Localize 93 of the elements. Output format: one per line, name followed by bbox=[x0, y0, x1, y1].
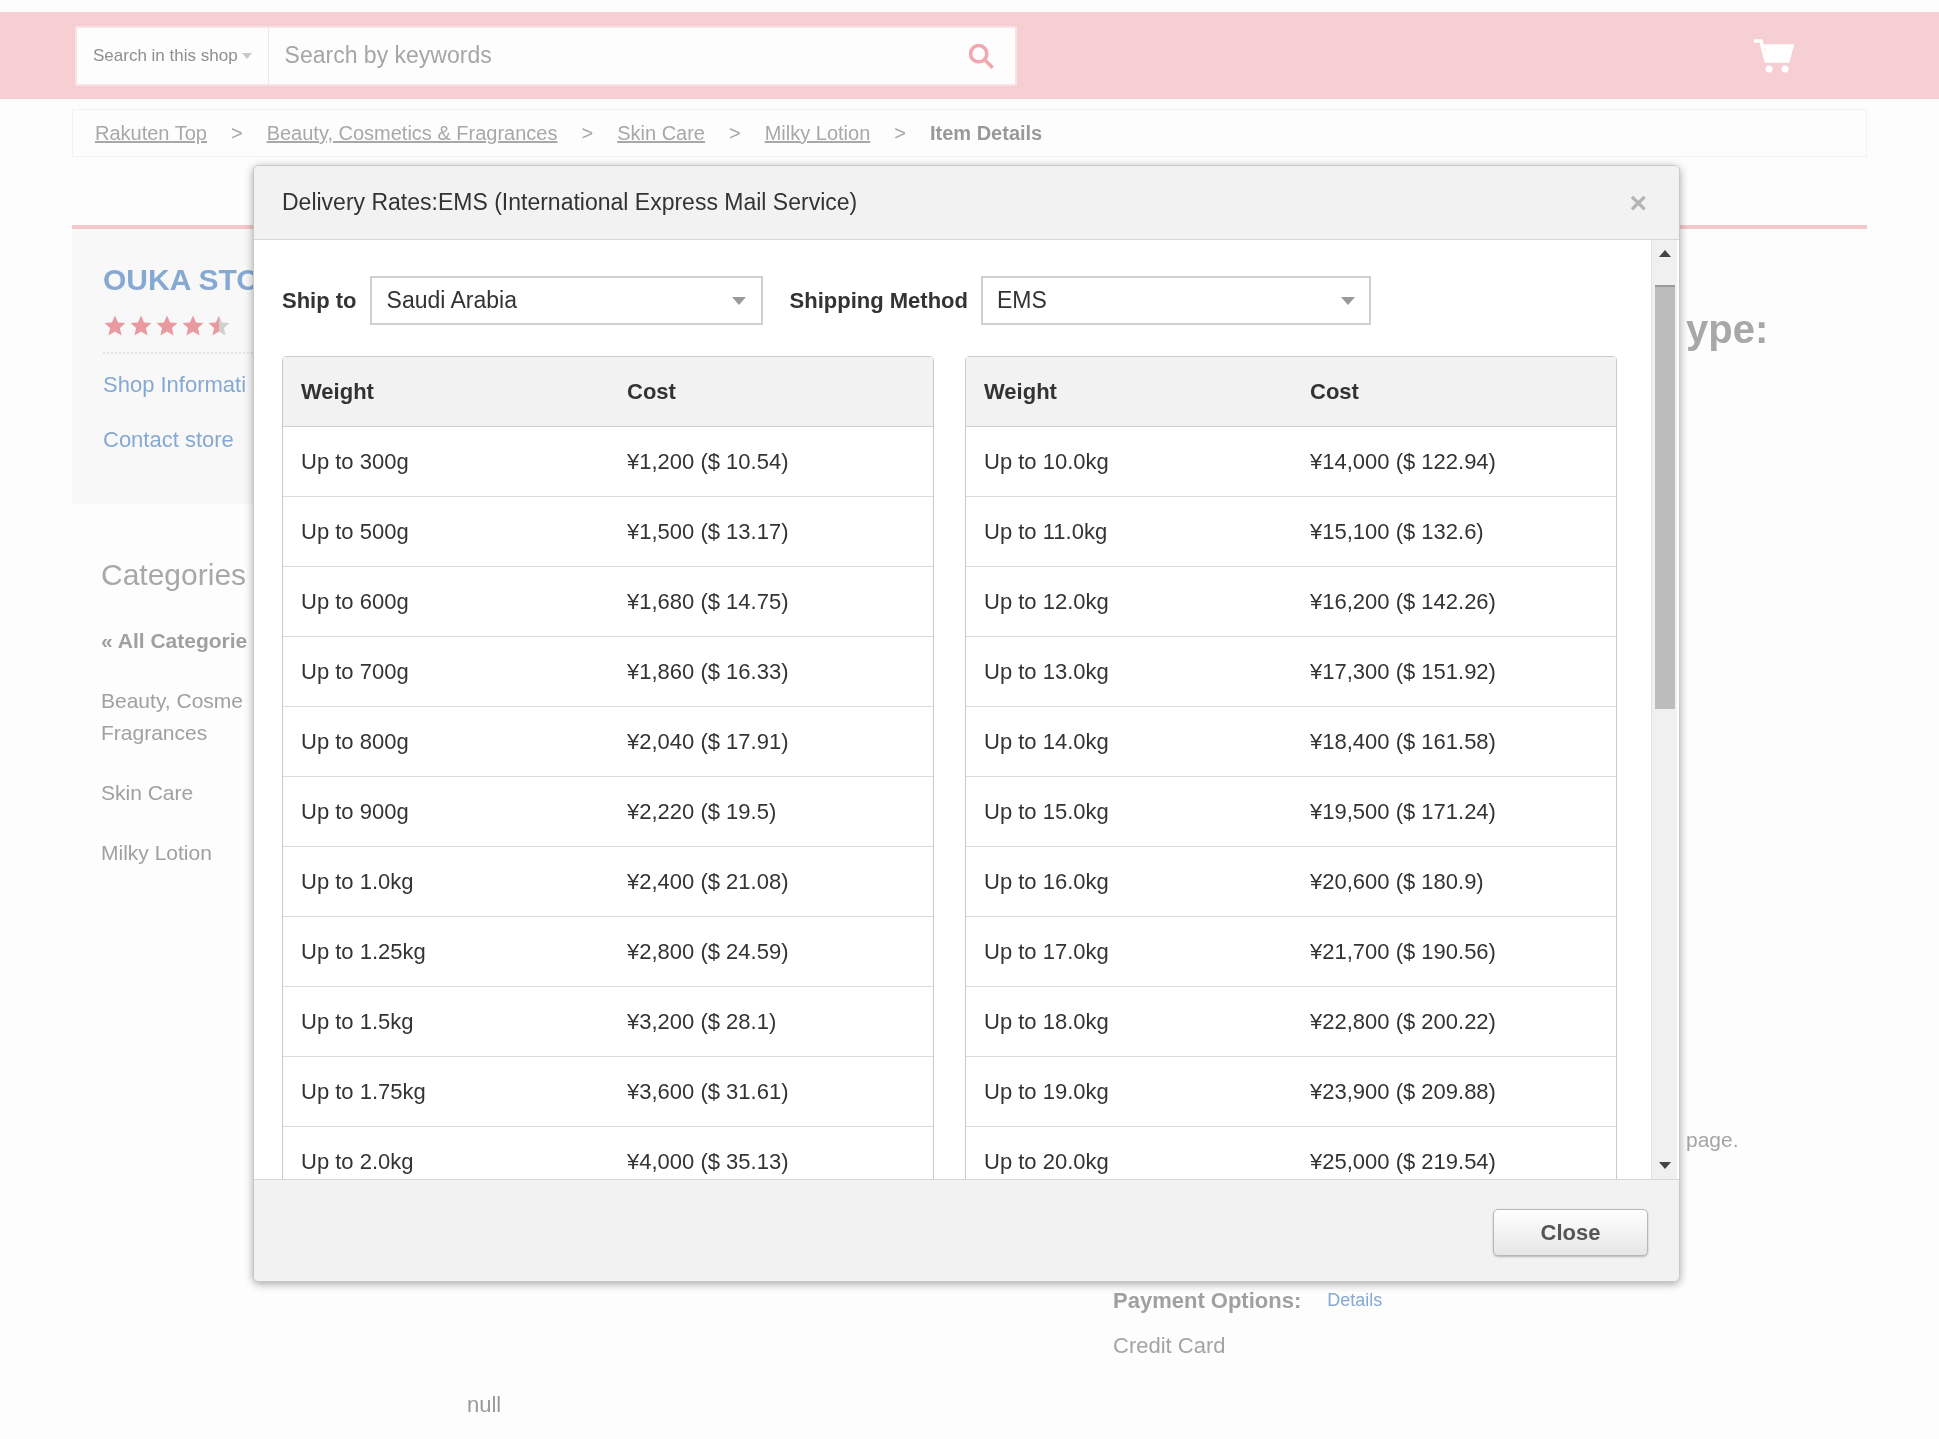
close-button[interactable]: Close bbox=[1493, 1209, 1648, 1256]
breadcrumb-separator: > bbox=[230, 121, 243, 146]
column-header: Cost bbox=[626, 378, 677, 406]
breadcrumb-link[interactable]: Beauty, Cosmetics & Fragrances bbox=[266, 118, 558, 148]
scroll-down-icon[interactable] bbox=[1658, 1162, 1671, 1169]
dialog-title: Delivery Rates:EMS (International Express Mail Service) bbox=[282, 188, 858, 218]
breadcrumb-link[interactable]: Milky Lotion bbox=[764, 118, 871, 148]
payment-method: Credit Card bbox=[1113, 1332, 1227, 1360]
table-cell-text: ¥1,680 ($ 14.75) bbox=[626, 588, 790, 616]
search-icon bbox=[967, 41, 995, 70]
details-link[interactable]: Details bbox=[1327, 1287, 1383, 1314]
table-cell-text: ¥15,100 ($ 132.6) bbox=[1309, 518, 1485, 546]
caret-icon bbox=[1340, 296, 1355, 305]
category-link[interactable]: Beauty, Cosme Fragrances bbox=[101, 684, 253, 749]
table-cell-text: ¥1,500 ($ 13.17) bbox=[626, 518, 790, 546]
table-cell-text: ¥3,200 ($ 28.1) bbox=[626, 1008, 778, 1036]
star-icon bbox=[181, 314, 205, 338]
breadcrumb-separator: > bbox=[894, 121, 906, 146]
section-heading: ype: bbox=[1686, 306, 1770, 353]
payment-label: Payment Options: bbox=[1113, 1287, 1302, 1315]
table-cell-text: Up to 17.0kg bbox=[983, 938, 1110, 966]
table-cell-text: Up to 500g bbox=[300, 518, 410, 546]
table-cell-text: ¥2,220 ($ 19.5) bbox=[626, 798, 778, 826]
caret-icon bbox=[241, 52, 252, 59]
breadcrumb-separator: > bbox=[581, 121, 594, 146]
table-cell-text: ¥2,040 ($ 17.91) bbox=[626, 728, 790, 756]
star-icon bbox=[207, 314, 231, 338]
footer-text: null bbox=[467, 1392, 502, 1417]
table-cell-text: ¥14,000 ($ 122.94) bbox=[1309, 448, 1497, 476]
table-cell-text: ¥22,800 ($ 200.22) bbox=[1309, 1008, 1497, 1036]
ship-to-label: Ship to bbox=[282, 287, 357, 315]
table-cell-text: Up to 1.5kg bbox=[300, 1008, 415, 1036]
table-cell-text: ¥20,600 ($ 180.9) bbox=[1309, 868, 1485, 896]
category-link[interactable]: Milky Lotion bbox=[101, 836, 253, 869]
table-cell-text: ¥3,600 ($ 31.61) bbox=[626, 1078, 790, 1106]
column-header: Weight bbox=[983, 378, 1058, 406]
search-scope-dropdown[interactable]: Search in this shop bbox=[75, 25, 269, 86]
search-button[interactable] bbox=[959, 25, 1017, 86]
shipping-method-select[interactable]: EMS bbox=[980, 276, 1371, 325]
table-cell-text: ¥16,200 ($ 142.26) bbox=[1309, 588, 1497, 616]
table-cell-text: Up to 15.0kg bbox=[983, 798, 1110, 826]
table-cell-text: ¥1,860 ($ 16.33) bbox=[626, 658, 790, 686]
scrollbar[interactable] bbox=[1651, 240, 1677, 1179]
category-link[interactable]: « All Categorie bbox=[101, 625, 253, 657]
breadcrumb-link[interactable]: Item Details bbox=[929, 118, 1043, 148]
table-cell-text: Up to 600g bbox=[300, 588, 410, 616]
shop-link[interactable]: Contact store bbox=[103, 423, 234, 456]
table-cell-text: ¥17,300 ($ 151.92) bbox=[1309, 658, 1497, 686]
table-cell-text: ¥21,700 ($ 190.56) bbox=[1309, 938, 1497, 966]
table-cell-text: Up to 1.75kg bbox=[300, 1078, 427, 1106]
table-cell-text: ¥23,900 ($ 209.88) bbox=[1309, 1078, 1497, 1106]
category-link[interactable]: Skin Care bbox=[101, 776, 253, 809]
table-cell-text: Up to 900g bbox=[300, 798, 410, 826]
ship-to-select[interactable]: Saudi Arabia bbox=[369, 276, 763, 325]
breadcrumb-link[interactable]: Rakuten Top bbox=[95, 118, 207, 148]
table-cell-text: Up to 16.0kg bbox=[983, 868, 1110, 896]
breadcrumb-separator: > bbox=[729, 121, 741, 146]
scrollbar-thumb[interactable] bbox=[1654, 285, 1675, 709]
table-cell-text: Up to 18.0kg bbox=[983, 1008, 1110, 1036]
table-cell-text: Up to 14.0kg bbox=[983, 728, 1110, 756]
table-cell-text: Up to 12.0kg bbox=[983, 588, 1110, 616]
table-cell-text: ¥19,500 ($ 171.24) bbox=[1309, 798, 1497, 826]
table-cell-text: Up to 300g bbox=[300, 448, 410, 476]
shipping-method-label: Shipping Method bbox=[789, 287, 968, 315]
search-field[interactable]: Search by keywords bbox=[268, 25, 959, 86]
scroll-up-icon[interactable] bbox=[1658, 250, 1671, 257]
table-cell-text: ¥25,000 ($ 219.54) bbox=[1309, 1148, 1497, 1176]
caret-icon bbox=[731, 296, 746, 305]
table-cell-text: Up to 2.0kg bbox=[300, 1148, 415, 1176]
table-cell-text: Up to 700g bbox=[300, 658, 410, 686]
star-icon bbox=[129, 314, 153, 338]
table-cell-text: ¥2,400 ($ 21.08) bbox=[626, 868, 790, 896]
table-cell-text: ¥2,800 ($ 24.59) bbox=[626, 938, 790, 966]
table-cell-text: Up to 11.0kg bbox=[983, 518, 1109, 546]
shop-link[interactable]: Shop Informati bbox=[103, 368, 247, 401]
table-cell-text: Up to 13.0kg bbox=[983, 658, 1110, 686]
star-icon bbox=[155, 314, 179, 338]
column-header: Cost bbox=[1309, 378, 1360, 406]
column-header: Weight bbox=[300, 378, 375, 406]
star-icon bbox=[103, 314, 127, 338]
table-cell-text: ¥1,200 ($ 10.54) bbox=[626, 448, 790, 476]
table-cell-text: Up to 10.0kg bbox=[983, 448, 1110, 476]
breadcrumb-link[interactable]: Skin Care bbox=[617, 118, 705, 148]
table-cell-text: Up to 1.0kg bbox=[300, 868, 415, 896]
table-cell-text: Up to 800g bbox=[300, 728, 410, 756]
note-text: page. bbox=[1686, 1127, 1740, 1153]
categories-heading: Categories bbox=[101, 557, 248, 593]
table-cell-text: Up to 20.0kg bbox=[983, 1148, 1110, 1176]
table-cell-text: ¥4,000 ($ 35.13) bbox=[626, 1148, 790, 1176]
table-cell-text: ¥18,400 ($ 161.58) bbox=[1309, 728, 1497, 756]
table-cell-text: Up to 19.0kg bbox=[983, 1078, 1110, 1106]
table-cell-text: Up to 1.25kg bbox=[300, 938, 427, 966]
cart-icon[interactable] bbox=[1754, 37, 1794, 74]
